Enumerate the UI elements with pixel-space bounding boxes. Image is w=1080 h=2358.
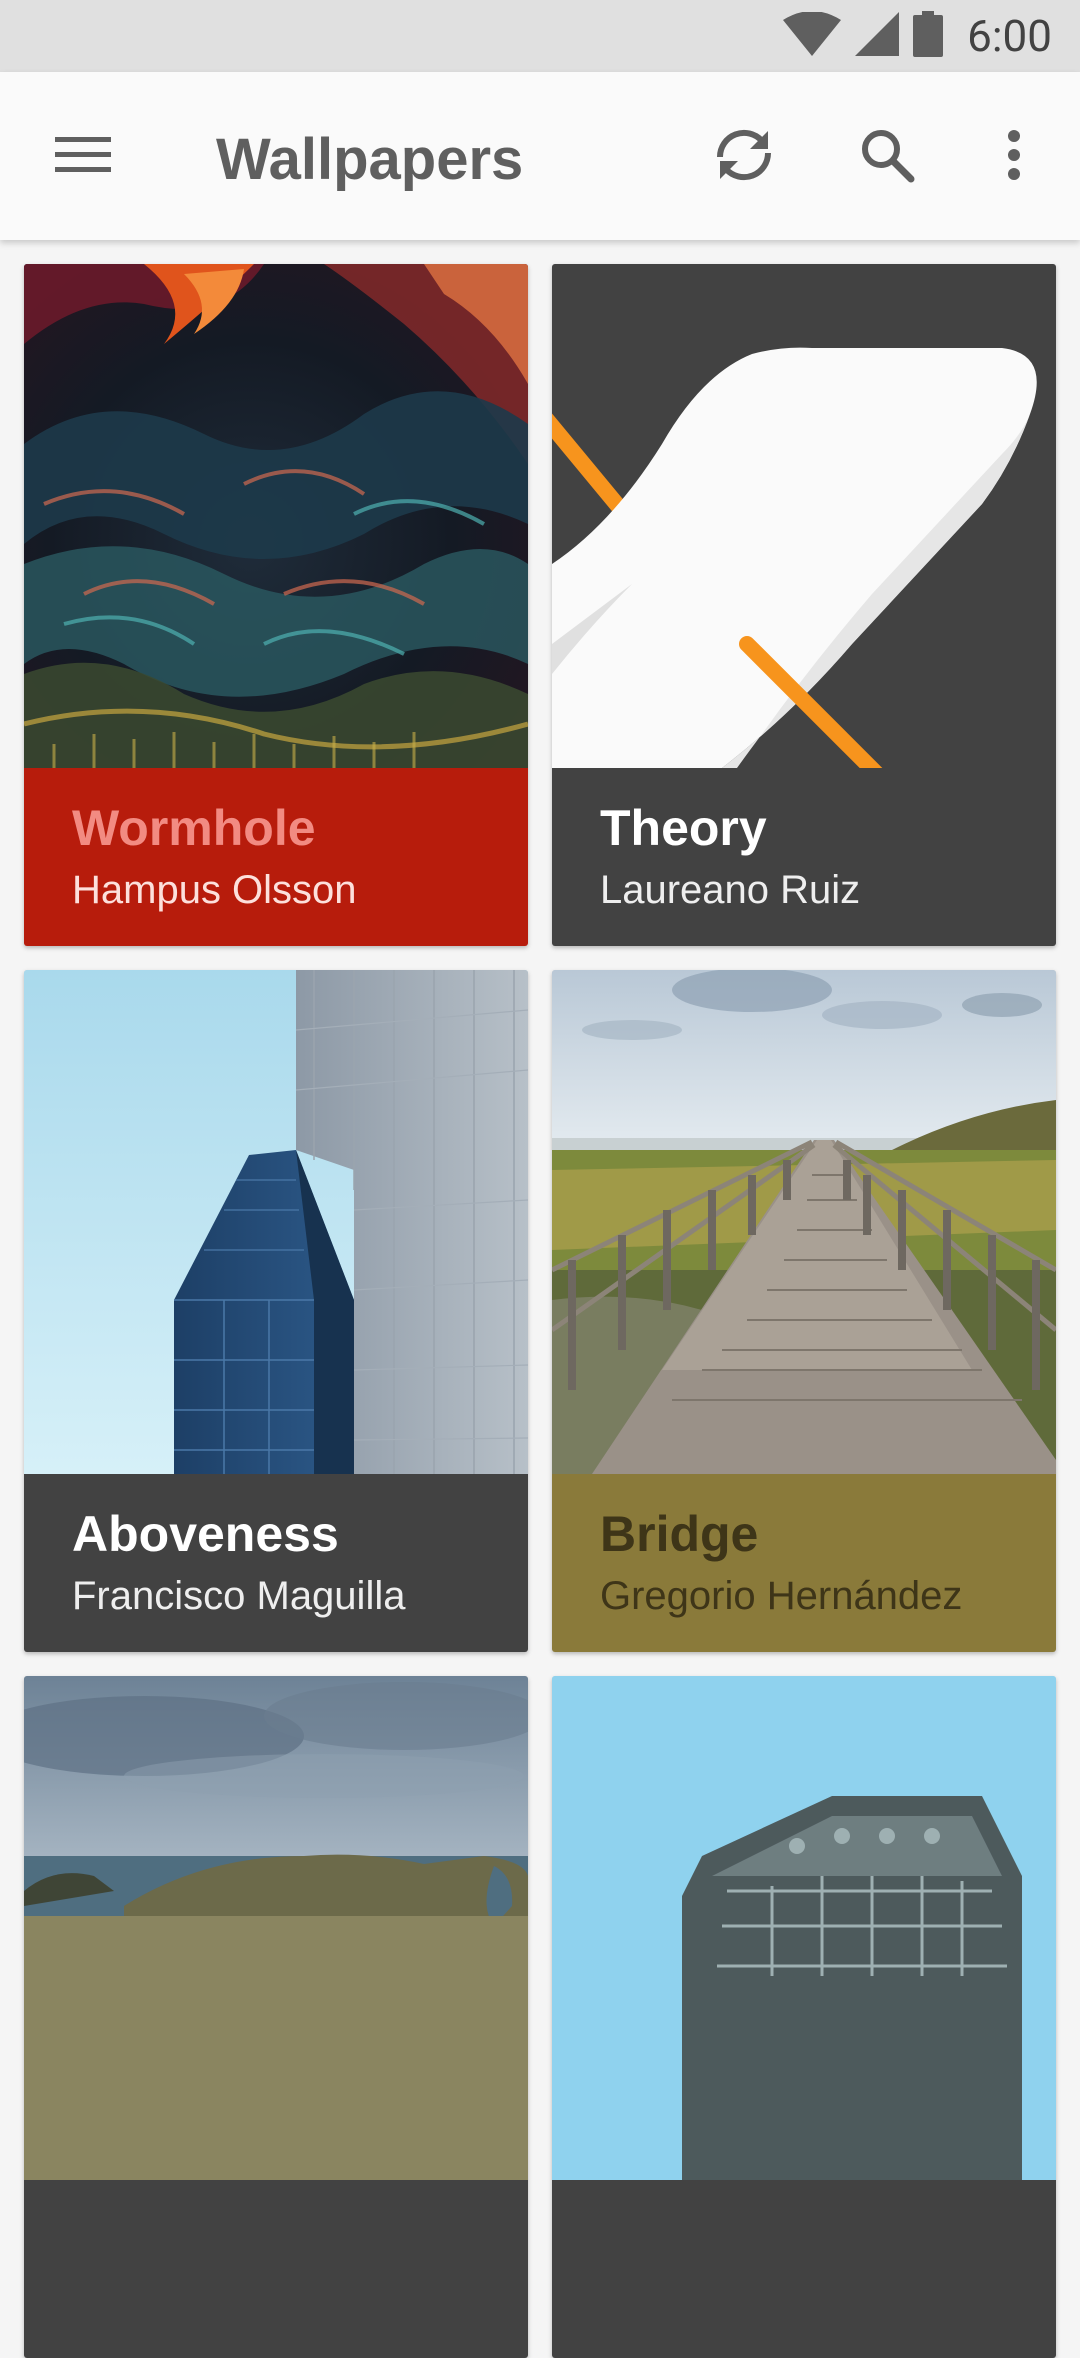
- search-icon: [859, 127, 915, 188]
- wallpaper-caption: Wormhole Hampus Olsson: [24, 768, 528, 946]
- wallpaper-name: Theory: [600, 800, 767, 856]
- wallpaper-thumbnail: [552, 970, 1056, 1474]
- status-time: 6:00: [967, 10, 1052, 62]
- wallpaper-thumbnail: [24, 264, 528, 768]
- wallpaper-name: Aboveness: [72, 1506, 339, 1562]
- wallpaper-caption: [24, 2180, 528, 2358]
- page-title: Wallpapers: [216, 127, 524, 192]
- wallpaper-caption: Aboveness Francisco Maguilla: [24, 1474, 528, 1652]
- battery-icon: [913, 10, 944, 62]
- wallpaper-caption: [552, 2180, 1056, 2358]
- search-button[interactable]: [846, 116, 928, 198]
- wallpaper-thumbnail: [24, 1676, 528, 2180]
- wallpaper-author: Gregorio Hernández: [600, 1574, 963, 1618]
- more-vert-icon: [1006, 129, 1022, 186]
- refresh-icon: [712, 127, 776, 188]
- wallpaper-card-wormhole[interactable]: Wormhole Hampus Olsson: [24, 264, 528, 946]
- wallpaper-thumbnail: [552, 264, 1056, 768]
- status-bar: 6:00: [0, 0, 1080, 72]
- wallpaper-card-building[interactable]: [552, 1676, 1056, 2358]
- wallpaper-name: Wormhole: [72, 800, 316, 856]
- wallpaper-author: Laureano Ruiz: [600, 868, 861, 912]
- wallpaper-card-theory[interactable]: Theory Laureano Ruiz: [552, 264, 1056, 946]
- signal-icon: [855, 11, 900, 61]
- wallpaper-caption: Theory Laureano Ruiz: [552, 768, 1056, 946]
- more-options-button[interactable]: [973, 116, 1055, 198]
- wallpaper-thumbnail: [552, 1676, 1056, 2180]
- refresh-button[interactable]: [703, 116, 785, 198]
- wallpaper-thumbnail: [24, 970, 528, 1474]
- wallpaper-caption: Bridge Gregorio Hernández: [552, 1474, 1056, 1652]
- wallpaper-author: Hampus Olsson: [72, 868, 357, 912]
- wallpaper-name: Bridge: [600, 1506, 759, 1562]
- wallpaper-card-aboveness[interactable]: Aboveness Francisco Maguilla: [24, 970, 528, 1652]
- menu-icon: [55, 135, 111, 180]
- wallpaper-author: Francisco Maguilla: [72, 1574, 406, 1618]
- app-bar: Wallpapers: [0, 72, 1080, 240]
- wallpaper-card-coast[interactable]: [24, 1676, 528, 2358]
- menu-button[interactable]: [42, 116, 124, 198]
- wallpaper-card-bridge[interactable]: Bridge Gregorio Hernández: [552, 970, 1056, 1652]
- status-icons: 6:00: [783, 10, 1052, 62]
- wifi-icon: [783, 10, 842, 61]
